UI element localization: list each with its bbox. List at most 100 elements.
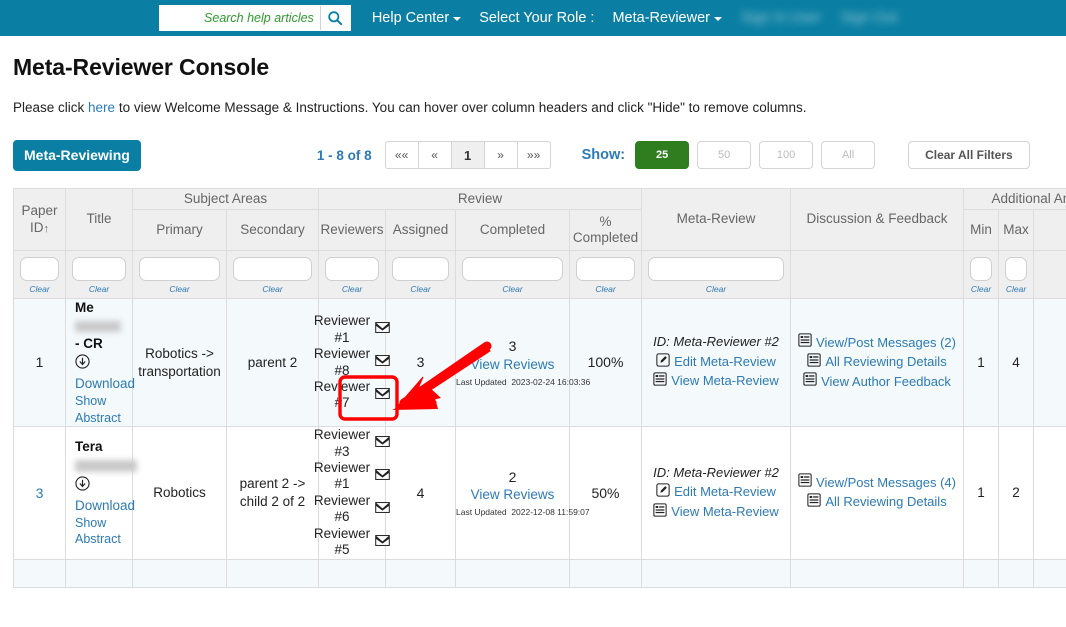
pagination-last[interactable]: »»: [517, 141, 551, 169]
view-author-feedback-row[interactable]: View Author Feedback: [791, 372, 963, 392]
edit-meta-review-row[interactable]: Edit Meta-Review: [642, 483, 790, 503]
page-size-25[interactable]: 25: [635, 141, 689, 169]
page-size-all[interactable]: All: [821, 141, 875, 169]
view-reviews-link[interactable]: View Reviews: [456, 356, 569, 374]
filter-clear-title[interactable]: Clear: [72, 284, 126, 294]
help-search-box[interactable]: [159, 5, 351, 31]
abstract-link[interactable]: Abstract: [75, 410, 132, 427]
all-reviewing-details-link[interactable]: All Reviewing Details: [825, 493, 946, 512]
col-pct-completed[interactable]: % Completed: [570, 210, 642, 251]
email-icon[interactable]: [375, 435, 390, 451]
filter-clear-meta-review[interactable]: Clear: [648, 284, 784, 294]
filter-clear-secondary[interactable]: Clear: [233, 284, 312, 294]
filter-input-meta-review[interactable]: [648, 257, 784, 281]
show-link[interactable]: Show: [75, 515, 132, 532]
download-link[interactable]: Download: [75, 497, 132, 515]
filter-input-max[interactable]: [1005, 257, 1027, 281]
filter-clear-max[interactable]: Clear: [1005, 284, 1027, 294]
pagination-prev[interactable]: «: [418, 141, 452, 169]
pagination-page-1[interactable]: 1: [451, 141, 485, 169]
clear-all-filters-button[interactable]: Clear All Filters: [908, 141, 1030, 169]
filter-input-primary[interactable]: [139, 257, 220, 281]
view-reviews-link[interactable]: View Reviews: [456, 486, 569, 504]
all-reviewing-details-row[interactable]: All Reviewing Details: [791, 353, 963, 373]
filter-input-min[interactable]: [970, 257, 992, 281]
col-additional-extra[interactable]: [1034, 210, 1066, 251]
filter-input-completed[interactable]: [462, 257, 563, 281]
col-title[interactable]: Title: [66, 189, 133, 251]
col-min[interactable]: Min: [964, 210, 999, 251]
view-meta-review-row[interactable]: View Meta-Review: [642, 372, 790, 392]
feedback-icon: [803, 372, 817, 392]
email-icon[interactable]: [375, 354, 390, 370]
show-link[interactable]: Show: [75, 393, 132, 410]
nav-blurred-item-2[interactable]: Sign Out: [831, 10, 907, 26]
paper-id-value[interactable]: 3: [36, 485, 44, 501]
instructions-here-link[interactable]: here: [88, 100, 115, 115]
filter-clear-completed[interactable]: Clear: [462, 284, 563, 294]
view-post-messages-row[interactable]: View/Post Messages (4): [791, 473, 963, 493]
edit-meta-review-link[interactable]: Edit Meta-Review: [674, 353, 776, 372]
col-completed[interactable]: Completed: [456, 210, 570, 251]
col-primary[interactable]: Primary: [133, 210, 227, 251]
filter-clear-reviewers[interactable]: Clear: [325, 284, 379, 294]
edit-meta-review-link[interactable]: Edit Meta-Review: [674, 483, 776, 502]
abstract-link[interactable]: Abstract: [75, 531, 132, 548]
nav-blurred-item-1[interactable]: Sign In User: [731, 10, 831, 26]
colgroup-additional-answers[interactable]: Additional Answers: [964, 189, 1066, 210]
filter-input-pct-completed[interactable]: [576, 257, 635, 281]
email-icon[interactable]: [375, 501, 390, 517]
paper-title-redacted: xxxxxx: [75, 460, 137, 472]
email-icon[interactable]: [375, 534, 390, 550]
filter-clear-pct-completed[interactable]: Clear: [576, 284, 635, 294]
filter-input-paper-id[interactable]: [20, 257, 59, 281]
filter-input-reviewers[interactable]: [325, 257, 379, 281]
colgroup-additional-answers-label: Additional Answers: [991, 191, 1066, 206]
view-post-messages-link[interactable]: View/Post Messages (4): [816, 474, 956, 493]
filter-clear-paper-id[interactable]: Clear: [20, 284, 59, 294]
filter-input-assigned[interactable]: [392, 257, 449, 281]
pct-completed-value: 50%: [591, 485, 619, 501]
all-reviewing-details-row[interactable]: All Reviewing Details: [791, 493, 963, 513]
view-author-feedback-link[interactable]: View Author Feedback: [821, 373, 951, 392]
filter-clear-primary[interactable]: Clear: [139, 284, 220, 294]
download-icon[interactable]: [75, 354, 132, 374]
col-secondary[interactable]: Secondary: [227, 210, 319, 251]
pagination-first[interactable]: ««: [385, 141, 419, 169]
instructions-before: Please click: [13, 100, 88, 115]
col-max[interactable]: Max: [999, 210, 1034, 251]
search-button[interactable]: [320, 6, 350, 30]
col-paper-id[interactable]: Paper ID↑: [14, 189, 66, 251]
email-icon[interactable]: [375, 321, 390, 337]
view-meta-review-link[interactable]: View Meta-Review: [671, 503, 778, 522]
email-icon[interactable]: [375, 468, 390, 484]
download-icon[interactable]: [75, 476, 132, 496]
col-assigned[interactable]: Assigned: [386, 210, 456, 251]
nav-help-center[interactable]: Help Center: [363, 10, 470, 26]
col-meta-review[interactable]: Meta-Review: [642, 189, 791, 251]
view-post-messages-row[interactable]: View/Post Messages (2): [791, 333, 963, 353]
colgroup-subject-areas[interactable]: Subject Areas: [133, 189, 319, 210]
nav-role-selector[interactable]: Meta-Reviewer: [603, 10, 731, 26]
edit-icon: [656, 353, 670, 373]
filter-clear-assigned[interactable]: Clear: [392, 284, 449, 294]
view-meta-review-row[interactable]: View Meta-Review: [642, 503, 790, 523]
filter-input-title[interactable]: [72, 257, 126, 281]
page-size-100[interactable]: 100: [759, 141, 813, 169]
colgroup-review[interactable]: Review: [319, 189, 642, 210]
col-discussion-feedback[interactable]: Discussion & Feedback: [791, 189, 964, 251]
nav-role-label: Meta-Reviewer: [612, 10, 710, 26]
filter-input-secondary[interactable]: [233, 257, 312, 281]
tab-meta-reviewing[interactable]: Meta-Reviewing: [13, 140, 141, 171]
view-meta-review-link[interactable]: View Meta-Review: [671, 372, 778, 391]
view-post-messages-link[interactable]: View/Post Messages (2): [816, 334, 956, 353]
download-link[interactable]: Download: [75, 375, 132, 393]
page-size-50[interactable]: 50: [697, 141, 751, 169]
search-input[interactable]: [160, 6, 320, 30]
edit-meta-review-row[interactable]: Edit Meta-Review: [642, 353, 790, 373]
all-reviewing-details-link[interactable]: All Reviewing Details: [825, 353, 946, 372]
email-icon[interactable]: [375, 387, 390, 403]
filter-clear-min[interactable]: Clear: [970, 284, 992, 294]
pagination-next[interactable]: »: [484, 141, 518, 169]
col-reviewers[interactable]: Reviewers: [319, 210, 386, 251]
